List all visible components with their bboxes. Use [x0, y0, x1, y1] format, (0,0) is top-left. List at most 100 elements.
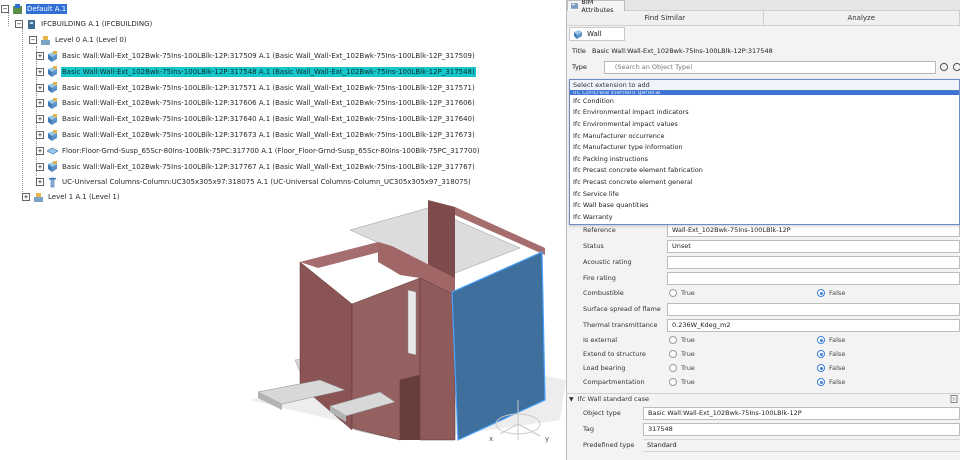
- radio-label: True: [681, 378, 695, 386]
- tree-item-label: Basic Wall:Wall-Ext_102Bwk-75Ins-100LBlk…: [62, 52, 475, 60]
- status-field[interactable]: Unset: [667, 239, 960, 253]
- tree-item-label: Basic Wall:Wall-Ext_102Bwk-75Ins-100LBlk…: [62, 83, 475, 92]
- expand-toggle[interactable]: +: [36, 162, 44, 171]
- expand-toggle[interactable]: +: [22, 193, 30, 201]
- tree-item[interactable]: + Floor:Floor-Grnd-Susp_65Scr-80Ins-100Bl…: [36, 144, 481, 158]
- extend-false-radio[interactable]: False: [817, 350, 845, 358]
- tree-item[interactable]: + UC-Universal Columns-Column:UC305x305x9…: [36, 175, 472, 189]
- tree-node-label: Level 1 A.1 (Level 1): [48, 193, 120, 201]
- expand-toggle[interactable]: +: [36, 52, 44, 60]
- combustible-true-radio[interactable]: True: [667, 289, 817, 297]
- wall-icon: [48, 161, 57, 173]
- fire-rating-field[interactable]: [667, 271, 960, 285]
- collapse-toggle[interactable]: −: [15, 20, 23, 28]
- wall-icon: [574, 30, 582, 39]
- axis-x-label: x: [489, 435, 493, 443]
- wall-icon: [48, 113, 57, 125]
- radio-label: False: [829, 336, 846, 344]
- tree-node-root[interactable]: − Default A.1: [1, 2, 68, 16]
- acoustic-rating-field[interactable]: [667, 255, 960, 269]
- tree-node-building[interactable]: − IFCBUILDING A.1 (IFCBUILDING): [15, 17, 153, 31]
- is-external-radio-group: True False: [667, 336, 960, 344]
- collapse-toggle[interactable]: −: [1, 5, 9, 13]
- dropdown-item[interactable]: Ifc Environmental impact indicators: [570, 107, 959, 119]
- surface-spread-field[interactable]: [667, 302, 960, 316]
- wall-icon: [48, 82, 57, 94]
- add-icon[interactable]: [952, 62, 960, 72]
- attr-label: Status: [583, 242, 604, 250]
- reference-field[interactable]: Wall-Ext_102Bwk-75Ins-100LBlk-12P: [667, 223, 960, 237]
- dropdown-item[interactable]: Ifc Manufacturer occurrence: [570, 130, 959, 142]
- collapse-toggle[interactable]: −: [29, 36, 37, 44]
- expand-toggle[interactable]: +: [36, 99, 44, 108]
- attr-acoustic: Acoustic rating: [566, 254, 960, 270]
- object-tab-wall[interactable]: Wall: [569, 27, 625, 41]
- tree-item-label: Basic Wall:Wall-Ext_102Bwk-75Ins-100LBlk…: [62, 131, 475, 139]
- is-external-true-radio[interactable]: True: [667, 336, 817, 344]
- attr-label: Predefined type: [583, 441, 635, 449]
- collapse-triangle-icon[interactable]: ▼: [569, 396, 574, 403]
- object-type-field[interactable]: Basic Wall:Wall-Ext_102Bwk-75Ins-100LBlk…: [643, 406, 960, 420]
- radio-dot-selected: [817, 350, 825, 358]
- object-type-search-input[interactable]: [603, 60, 937, 74]
- attr-label: Combustible: [583, 289, 624, 297]
- attributes-icon: [571, 3, 579, 9]
- tree-item[interactable]: + Basic Wall:Wall-Ext_102Bwk-75Ins-100LBl…: [36, 49, 476, 63]
- extend-true-radio[interactable]: True: [667, 350, 817, 358]
- dropdown-item[interactable]: Ifc Precast concrete element fabrication: [570, 165, 959, 177]
- dropdown-item[interactable]: Ifc Packing instructions: [570, 153, 959, 165]
- title-value: Basic Wall:Wall-Ext_102Bwk-75Ins-100LBlk…: [592, 47, 773, 55]
- expand-toggle[interactable]: +: [36, 83, 44, 92]
- door-opening: [400, 375, 420, 440]
- combustible-false-radio[interactable]: False: [817, 289, 845, 297]
- document-icon[interactable]: [950, 395, 958, 403]
- building-icon: [28, 19, 35, 29]
- refresh-icon[interactable]: [939, 62, 949, 72]
- expand-toggle[interactable]: +: [36, 115, 44, 124]
- tree-item[interactable]: + Basic Wall:Wall-Ext_102Bwk-75Ins-100LBl…: [36, 65, 476, 79]
- predefined-type-field[interactable]: Standard: [643, 438, 960, 452]
- tree-item[interactable]: + Basic Wall:Wall-Ext_102Bwk-75Ins-100LBl…: [36, 112, 476, 126]
- compartmentation-false-radio[interactable]: False: [817, 378, 845, 386]
- extension-dropdown[interactable]: Select extension to add Ifc Concrete Ele…: [569, 79, 960, 225]
- tree-node-level0[interactable]: − Level 0 A.1 (Level 0): [29, 33, 128, 47]
- is-external-false-radio[interactable]: False: [817, 336, 845, 344]
- dropdown-item[interactable]: Ifc Precast concrete element general: [570, 176, 959, 188]
- expand-toggle[interactable]: +: [36, 67, 44, 76]
- dropdown-item[interactable]: Ifc Manufacturer type information: [570, 141, 959, 153]
- tree-item[interactable]: + Basic Wall:Wall-Ext_102Bwk-75Ins-100LBl…: [36, 160, 476, 174]
- thermal-transmittance-field[interactable]: 0.236W_Kdeg_m2: [667, 318, 960, 332]
- tree-node-level1[interactable]: + Level 1 A.1 (Level 1): [22, 190, 121, 204]
- compartmentation-true-radio[interactable]: True: [667, 378, 817, 386]
- dropdown-item[interactable]: Ifc Service life: [570, 188, 959, 200]
- expand-toggle[interactable]: +: [36, 178, 44, 187]
- radio-dot: [669, 336, 677, 344]
- dropdown-item[interactable]: Ifc Condition: [570, 95, 959, 107]
- tree-item-label: Basic Wall:Wall-Ext_102Bwk-75Ins-100LBlk…: [62, 115, 475, 124]
- attr-compartmentation: Compartmentation True False: [566, 374, 960, 390]
- expand-toggle[interactable]: +: [36, 146, 44, 155]
- tree-item[interactable]: + Basic Wall:Wall-Ext_102Bwk-75Ins-100LBl…: [36, 81, 476, 95]
- dropdown-item[interactable]: Ifc Wall base quantities: [570, 199, 959, 211]
- radio-label: False: [829, 350, 846, 358]
- load-bearing-false-radio[interactable]: False: [817, 364, 845, 372]
- section-header-wall-standard-case[interactable]: ▼ Ifc Wall standard case: [566, 393, 960, 404]
- tree-item[interactable]: + Basic Wall:Wall-Ext_102Bwk-75Ins-100LBl…: [36, 128, 476, 142]
- radio-dot: [669, 350, 677, 358]
- radio-label: True: [681, 289, 695, 297]
- bim-attributes-tab[interactable]: BIM Attributes: [567, 0, 625, 14]
- load-bearing-true-radio[interactable]: True: [667, 364, 817, 372]
- radio-dot-selected: [817, 378, 825, 386]
- tree-node-label: Level 0 A.1 (Level 0): [55, 36, 127, 44]
- radio-dot-selected: [817, 289, 825, 297]
- dropdown-item[interactable]: Ifc Environmental impact values: [570, 118, 959, 130]
- attr-surface-spread: Surface spread of flame: [566, 301, 960, 317]
- analyze-button[interactable]: Analyze: [764, 11, 960, 25]
- dropdown-item[interactable]: Ifc Warranty: [570, 211, 959, 223]
- attr-label: Fire rating: [583, 274, 616, 282]
- tag-field[interactable]: 317548: [643, 422, 960, 436]
- tree-node-label: IFCBUILDING A.1 (IFCBUILDING): [41, 20, 153, 28]
- expand-toggle[interactable]: +: [36, 131, 44, 139]
- radio-dot: [669, 378, 677, 386]
- tree-item[interactable]: + Basic Wall:Wall-Ext_102Bwk-75Ins-100LBl…: [36, 96, 476, 110]
